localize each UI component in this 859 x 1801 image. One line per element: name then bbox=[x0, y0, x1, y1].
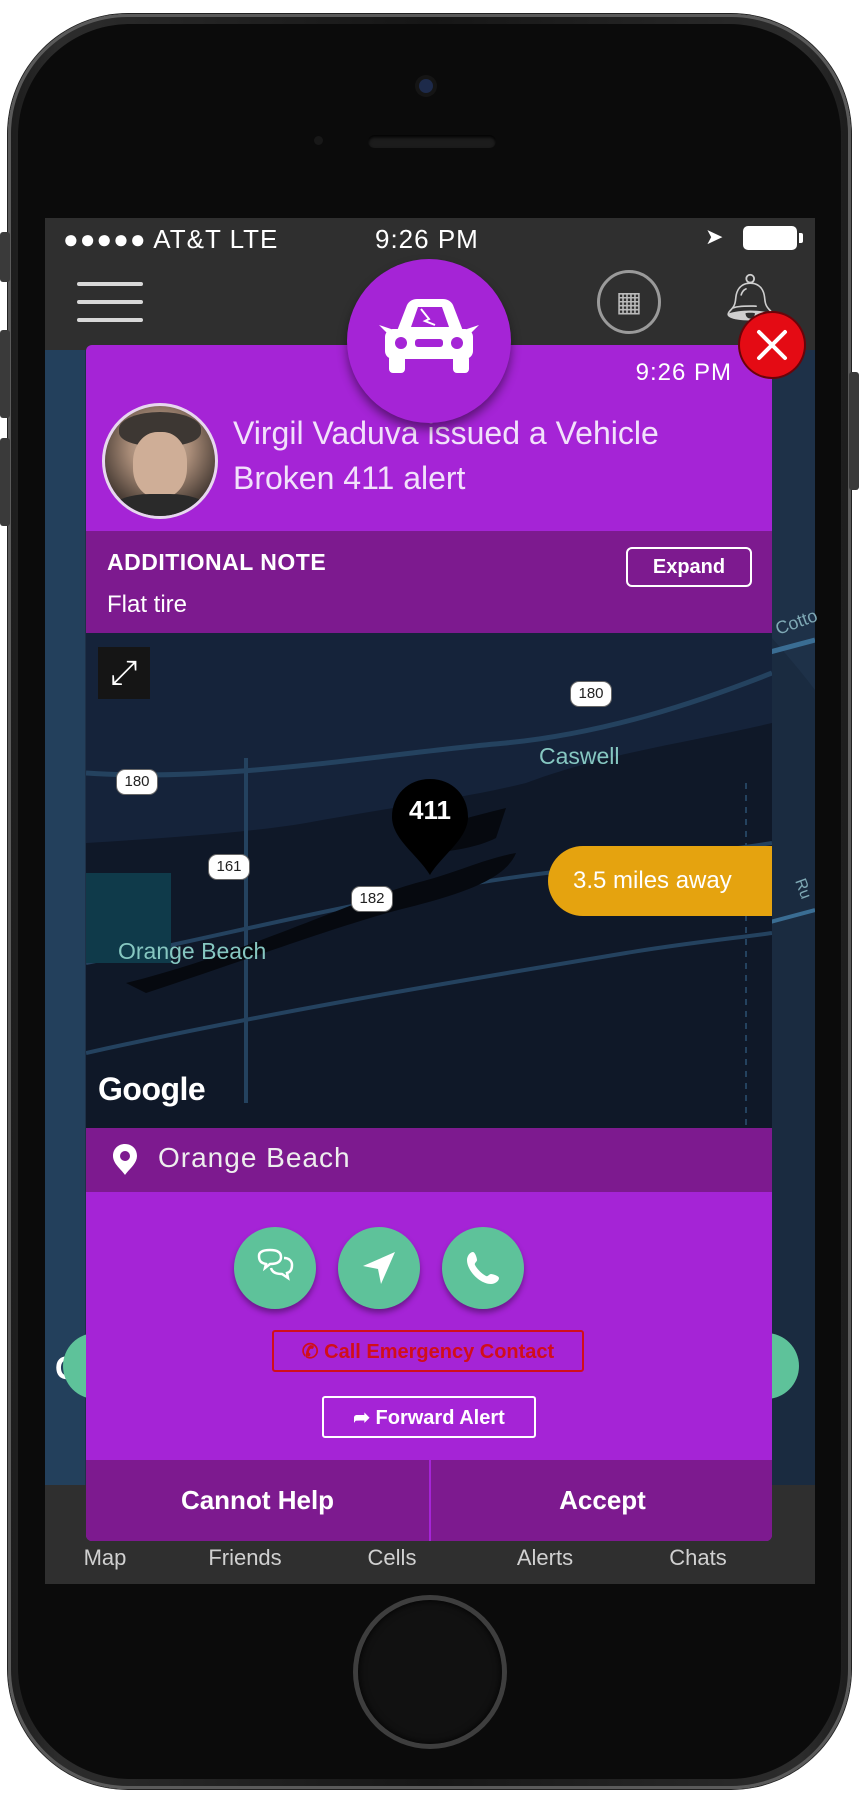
navigate-button[interactable] bbox=[338, 1227, 420, 1309]
earpiece-speaker bbox=[368, 135, 496, 148]
chat-button[interactable] bbox=[234, 1227, 316, 1309]
emergency-label: Call Emergency Contact bbox=[324, 1340, 555, 1363]
proximity-sensor bbox=[314, 136, 323, 145]
google-attribution: Google bbox=[98, 1071, 206, 1107]
road-badge-182: 182 bbox=[351, 886, 393, 912]
note-label: ADDITIONAL NOTE bbox=[107, 549, 327, 575]
battery-icon bbox=[743, 226, 803, 250]
emergency-phone-icon: ✆ bbox=[301, 1340, 325, 1363]
road-badge-161: 161 bbox=[208, 854, 250, 880]
phone-icon bbox=[467, 1252, 499, 1284]
location-arrow-icon: ➤ bbox=[705, 224, 724, 249]
menu-icon[interactable] bbox=[77, 282, 143, 326]
side-button-mute bbox=[0, 232, 10, 282]
fullscreen-icon[interactable]: ⤢ bbox=[98, 647, 150, 699]
map-label-orange-beach: Orange Beach bbox=[118, 938, 267, 964]
note-text: Flat tire bbox=[107, 591, 188, 618]
alert-map[interactable]: ⤢ 180 180 161 182 Caswell Orange Beach 4… bbox=[86, 633, 772, 1128]
tab-chats[interactable]: Chats bbox=[638, 1545, 758, 1571]
expand-button[interactable]: Expand bbox=[626, 547, 752, 587]
side-button-volume-down bbox=[0, 438, 10, 526]
carrier-label: ●●●●● AT&T LTE bbox=[63, 224, 279, 254]
tab-map[interactable]: Map bbox=[45, 1545, 165, 1571]
forward-alert-button[interactable]: ➦ Forward Alert bbox=[322, 1396, 536, 1438]
alert-time: 9:26 PM bbox=[635, 359, 732, 386]
cannot-help-button[interactable]: Cannot Help bbox=[86, 1460, 429, 1541]
call-emergency-contact-button[interactable]: ✆ Call Emergency Contact bbox=[272, 1330, 584, 1372]
location-pin-icon bbox=[113, 1144, 137, 1175]
distance-badge: 3.5 miles away bbox=[548, 846, 772, 916]
chat-icon bbox=[257, 1248, 294, 1281]
navigate-icon bbox=[363, 1252, 395, 1284]
location-bar: Orange Beach bbox=[86, 1128, 772, 1192]
alert-pin-icon[interactable]: 411 bbox=[392, 779, 468, 875]
call-button[interactable] bbox=[442, 1227, 524, 1309]
side-button-power bbox=[849, 372, 859, 490]
alert-title: Virgil Vaduva issued a Vehicle Broken 41… bbox=[233, 415, 659, 496]
close-button[interactable] bbox=[740, 313, 804, 377]
status-time: 9:26 PM bbox=[375, 224, 479, 254]
forward-label: Forward Alert bbox=[375, 1406, 505, 1429]
avatar bbox=[102, 403, 218, 519]
pin-shape bbox=[392, 779, 468, 875]
forward-icon: ➦ bbox=[353, 1406, 376, 1429]
additional-note: ADDITIONAL NOTE Flat tire Expand bbox=[86, 531, 772, 633]
front-camera bbox=[419, 79, 433, 93]
status-bar: ●●●●● AT&T LTE 9:26 PM ➤ bbox=[45, 218, 815, 258]
road-badge-180-west: 180 bbox=[116, 769, 158, 795]
location-text: Orange Beach bbox=[158, 1142, 351, 1173]
map-label-caswell: Caswell bbox=[539, 743, 620, 769]
avatar-face bbox=[133, 432, 187, 498]
side-button-volume-up bbox=[0, 330, 10, 418]
close-icon bbox=[757, 330, 787, 360]
modal-footer: Cannot Help Accept bbox=[86, 1460, 772, 1541]
tab-cells[interactable]: Cells bbox=[332, 1545, 452, 1571]
accept-button[interactable]: Accept bbox=[431, 1460, 772, 1541]
alert-type-badge bbox=[347, 259, 511, 423]
alert-modal: 9:26 PM Virgil Vaduva issued a Vehicle B… bbox=[86, 345, 772, 1541]
map-refresh-icon[interactable]: ▦ bbox=[597, 270, 661, 334]
broken-car-icon bbox=[379, 299, 479, 373]
tab-alerts[interactable]: Alerts bbox=[485, 1545, 605, 1571]
avatar-shirt bbox=[111, 494, 209, 516]
home-button[interactable] bbox=[358, 1600, 502, 1744]
pin-label: 411 bbox=[409, 795, 451, 825]
road-badge-180-east: 180 bbox=[570, 681, 612, 707]
tab-friends[interactable]: Friends bbox=[185, 1545, 305, 1571]
